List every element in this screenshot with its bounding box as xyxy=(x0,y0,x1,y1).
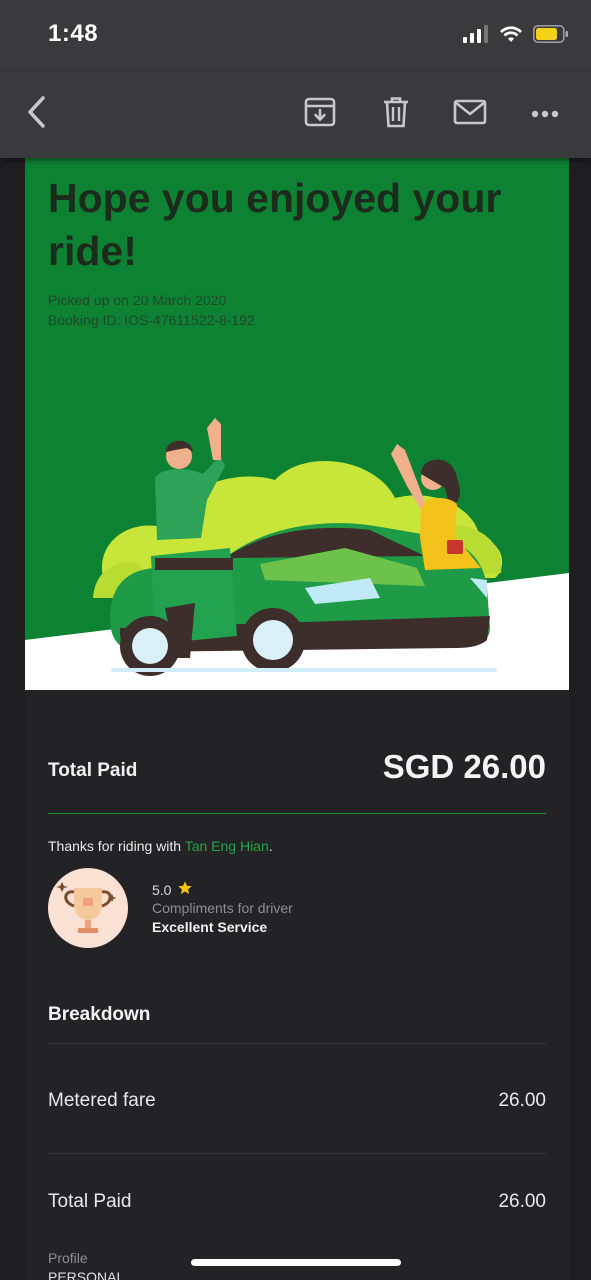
rating-score: 5.0 xyxy=(152,880,193,899)
thanks-suffix: . xyxy=(268,838,273,854)
chevron-left-icon xyxy=(25,95,47,134)
compliment-value: Excellent Service xyxy=(152,919,268,935)
home-indicator[interactable] xyxy=(191,1259,401,1266)
booking-id: Booking ID: IOS-47611522-8-192 xyxy=(48,312,255,328)
status-bar: 1:48 xyxy=(0,0,591,72)
star-icon xyxy=(177,880,193,899)
total-paid-row: Total Paid SGD 26.00 xyxy=(48,748,546,814)
cellular-signal-icon xyxy=(463,24,489,48)
ride-illustration xyxy=(25,418,569,690)
more-horizontal-icon xyxy=(531,105,559,123)
driver-name[interactable]: Tan Eng Hian xyxy=(185,838,269,854)
mail-button[interactable] xyxy=(452,96,488,132)
divider xyxy=(48,1153,546,1154)
driver-thanks: Thanks for riding with Tan Eng Hian. xyxy=(48,838,273,854)
profile-value: PERSONAL xyxy=(48,1269,125,1280)
profile-label: Profile xyxy=(48,1250,88,1266)
breakdown-heading: Breakdown xyxy=(48,1004,546,1044)
back-button[interactable] xyxy=(18,95,54,134)
envelope-icon xyxy=(453,99,487,130)
hero-title: Hope you enjoyed your ride! xyxy=(48,175,502,274)
breakdown-label: Total Paid xyxy=(48,1191,132,1212)
status-time: 1:48 xyxy=(48,20,99,47)
archive-icon xyxy=(304,97,336,132)
driver-rating: 5.0 Compliments for driver Excellent Ser… xyxy=(48,868,546,950)
rating-value: 5.0 xyxy=(152,881,172,898)
total-paid-amount: SGD 26.00 xyxy=(382,748,546,785)
breakdown-value: 26.00 xyxy=(498,1090,546,1111)
archive-button[interactable] xyxy=(302,96,338,132)
thanks-prefix: Thanks for riding with xyxy=(48,838,185,854)
status-icons xyxy=(463,24,569,48)
breakdown-label: Metered fare xyxy=(48,1090,156,1111)
wifi-icon xyxy=(499,25,523,48)
breakdown-row-total: Total Paid 26.00 xyxy=(48,1191,546,1280)
compliment-label: Compliments for driver xyxy=(152,900,293,916)
delete-button[interactable] xyxy=(378,96,414,132)
trash-icon xyxy=(382,96,410,133)
pickup-date: Picked up on 20 March 2020 xyxy=(48,292,227,308)
hero-banner: Hope you enjoyed your ride! Picked up on… xyxy=(25,158,569,690)
breakdown-value: 26.00 xyxy=(498,1191,546,1212)
battery-icon xyxy=(533,24,569,48)
total-paid-label: Total Paid xyxy=(48,760,138,781)
trophy-icon xyxy=(48,868,128,948)
ride-details: Picked up on 20 March 2020 Booking ID: I… xyxy=(48,290,255,330)
email-toolbar xyxy=(0,72,591,158)
breakdown-row-metered: Metered fare 26.00 xyxy=(48,1090,546,1190)
more-button[interactable] xyxy=(527,96,563,132)
email-body: Hope you enjoyed your ride! Picked up on… xyxy=(25,158,569,1280)
